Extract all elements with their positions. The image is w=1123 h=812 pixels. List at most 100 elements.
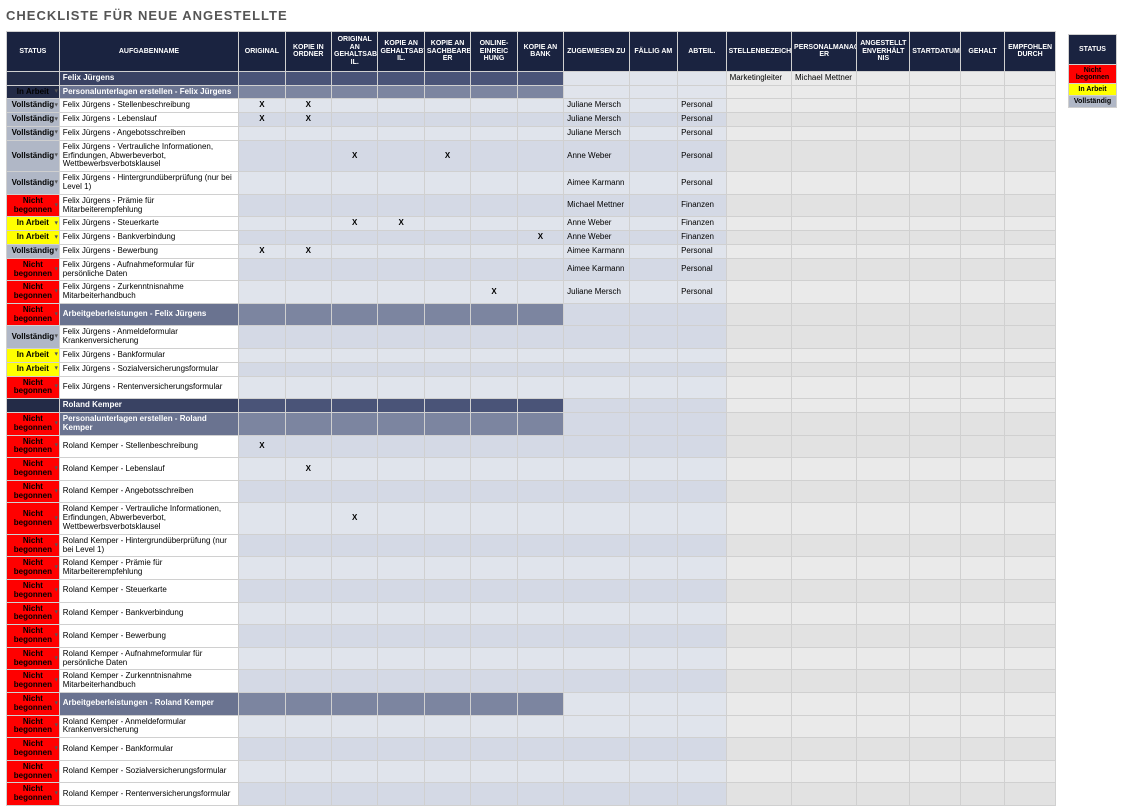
data-cell[interactable] [857,349,910,363]
data-cell[interactable] [910,362,961,376]
data-cell[interactable] [910,503,961,534]
check-cell[interactable] [517,326,563,349]
data-cell[interactable] [792,303,857,326]
data-cell[interactable] [960,580,1004,603]
data-cell[interactable] [726,172,791,195]
data-cell[interactable] [857,99,910,113]
table-row[interactable]: In Arbeit▾Felix Jürgens - Bankverbindung… [7,231,1056,245]
data-cell[interactable] [857,85,910,99]
data-cell[interactable] [678,715,727,738]
check-cell[interactable] [471,231,517,245]
check-cell[interactable] [378,783,424,806]
check-cell[interactable] [378,399,424,413]
dropdown-arrow-icon[interactable]: ▾ [55,180,58,187]
data-cell[interactable] [960,715,1004,738]
data-cell[interactable] [960,602,1004,625]
data-cell[interactable] [792,602,857,625]
check-cell[interactable] [239,670,285,693]
check-cell[interactable] [424,376,470,399]
data-cell[interactable] [678,480,727,503]
status-cell[interactable]: Nicht begonnen▾ [7,458,60,481]
check-cell[interactable] [239,172,285,195]
data-cell[interactable] [726,647,791,670]
check-cell[interactable] [239,326,285,349]
data-cell[interactable] [857,480,910,503]
table-row[interactable]: Roland Kemper [7,399,1056,413]
task-cell[interactable]: Arbeitgeberleistungen - Roland Kemper [59,692,238,715]
task-cell[interactable]: Felix Jürgens - Aufnahmeformular für per… [59,258,238,281]
check-cell[interactable] [471,738,517,761]
check-cell[interactable] [471,172,517,195]
data-cell[interactable]: Michael Mettner [564,194,629,217]
check-cell[interactable] [471,625,517,648]
data-cell[interactable] [910,458,961,481]
data-cell[interactable] [960,760,1004,783]
status-cell[interactable]: Vollständig▾ [7,99,60,113]
status-cell[interactable]: In Arbeit▾ [7,349,60,363]
check-cell[interactable] [239,140,285,171]
check-cell[interactable] [378,349,424,363]
check-cell[interactable] [239,738,285,761]
check-cell[interactable] [471,376,517,399]
data-cell[interactable] [910,647,961,670]
data-cell[interactable] [960,140,1004,171]
data-cell[interactable] [726,349,791,363]
check-cell[interactable] [378,362,424,376]
check-cell[interactable] [239,715,285,738]
check-cell[interactable] [424,557,470,580]
data-cell[interactable] [726,326,791,349]
check-cell[interactable] [517,140,563,171]
check-cell[interactable] [332,326,378,349]
check-cell[interactable] [378,126,424,140]
check-cell[interactable] [471,126,517,140]
check-cell[interactable] [424,413,470,436]
check-cell[interactable] [471,244,517,258]
data-cell[interactable] [1005,557,1056,580]
table-row[interactable]: Vollständig▾Felix Jürgens - Hintergrundü… [7,172,1056,195]
data-cell[interactable] [857,258,910,281]
data-cell[interactable] [1005,647,1056,670]
table-row[interactable]: Nicht begonnen▾Personalunterlagen erstel… [7,413,1056,436]
data-cell[interactable] [960,349,1004,363]
check-cell[interactable] [332,258,378,281]
data-cell[interactable]: Anne Weber [564,140,629,171]
check-cell[interactable] [239,85,285,99]
data-cell[interactable] [1005,503,1056,534]
data-cell[interactable] [960,647,1004,670]
data-cell[interactable] [678,692,727,715]
data-cell[interactable] [629,647,678,670]
data-cell[interactable] [792,534,857,557]
check-cell[interactable] [378,244,424,258]
data-cell[interactable] [960,399,1004,413]
data-cell[interactable] [629,376,678,399]
data-cell[interactable] [792,113,857,127]
data-cell[interactable] [960,670,1004,693]
check-cell[interactable] [285,140,331,171]
data-cell[interactable] [960,99,1004,113]
data-cell[interactable] [678,503,727,534]
table-row[interactable]: Nicht begonnen▾Roland Kemper - Angebotss… [7,480,1056,503]
data-cell[interactable] [857,692,910,715]
table-row[interactable]: Nicht begonnen▾Felix Jürgens - Zurkenntn… [7,281,1056,304]
data-cell[interactable] [857,231,910,245]
check-cell[interactable] [378,376,424,399]
check-cell[interactable] [471,580,517,603]
data-cell[interactable]: Juliane Mersch [564,99,629,113]
check-cell[interactable] [424,580,470,603]
check-cell[interactable] [332,715,378,738]
dropdown-arrow-icon[interactable]: ▾ [55,588,58,595]
check-cell[interactable] [332,692,378,715]
data-cell[interactable] [960,281,1004,304]
data-cell[interactable] [726,99,791,113]
check-cell[interactable] [285,480,331,503]
data-cell[interactable] [910,783,961,806]
data-cell[interactable] [726,480,791,503]
check-cell[interactable] [517,217,563,231]
check-cell[interactable] [517,99,563,113]
data-cell[interactable] [564,399,629,413]
col-header-6[interactable]: KOPIE AN SACHBEARBEIT ER [424,32,470,72]
data-cell[interactable] [910,399,961,413]
check-cell[interactable] [424,399,470,413]
dropdown-arrow-icon[interactable]: ▾ [55,289,58,296]
data-cell[interactable] [629,580,678,603]
